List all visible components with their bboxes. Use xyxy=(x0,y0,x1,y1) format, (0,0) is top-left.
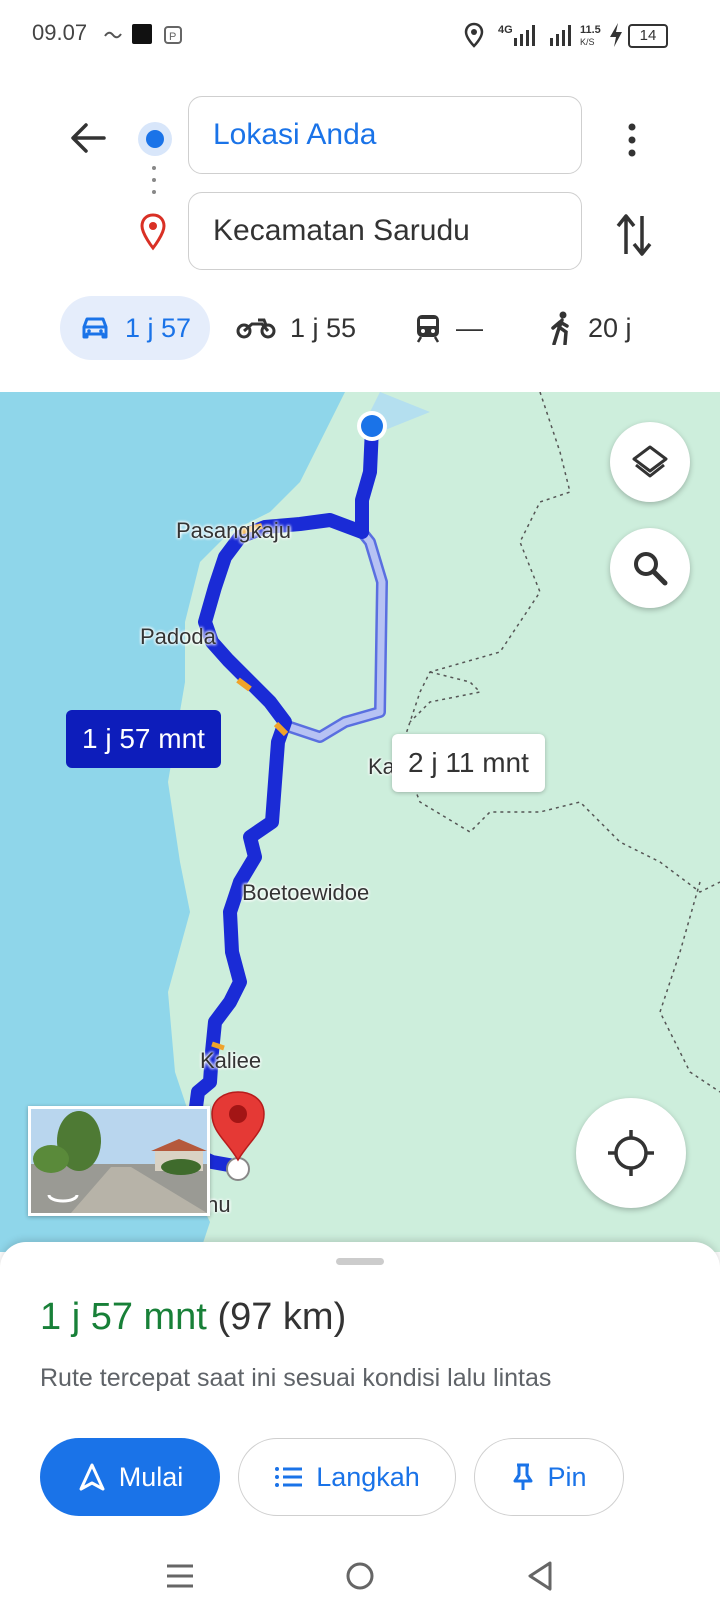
mode-motorcycle-label: 1 j 55 xyxy=(290,312,357,343)
data-speed: 11.5 xyxy=(580,24,601,36)
layers-icon xyxy=(632,445,668,478)
steps-button[interactable]: Langkah xyxy=(238,1438,456,1516)
mode-walk-label: 20 j xyxy=(588,312,632,343)
train-icon xyxy=(416,315,440,343)
signal-icon-2 xyxy=(550,25,571,46)
data-speed-unit: K/S xyxy=(580,37,595,47)
svg-text:P: P xyxy=(169,31,176,43)
destination-input[interactable]: Kecamatan Sarudu xyxy=(188,192,582,270)
route-distance: (97 km) xyxy=(217,1296,347,1338)
route-time-primary[interactable]: 1 j 57 mnt xyxy=(66,710,221,768)
start-button-label: Mulai xyxy=(118,1461,184,1492)
origin-input[interactable]: Lokasi Anda xyxy=(188,96,582,174)
parking-app-icon: P xyxy=(164,26,182,44)
app-icon xyxy=(132,24,152,44)
layers-button[interactable] xyxy=(610,422,690,502)
street-view-image xyxy=(31,1109,207,1213)
system-nav-bar xyxy=(0,1542,720,1612)
swap-icon[interactable] xyxy=(614,210,654,260)
list-icon xyxy=(275,1467,303,1487)
pin-button-label: Pin xyxy=(547,1461,587,1492)
mode-car-label: 1 j 57 xyxy=(124,312,192,343)
map-label-padoda: Padoda xyxy=(140,624,216,649)
steps-button-label: Langkah xyxy=(316,1461,420,1492)
sheet-drag-handle[interactable] xyxy=(336,1258,384,1265)
map-label-boetoewidoe: Boetoewidoe xyxy=(242,880,370,905)
map-label-kaliee: Kaliee xyxy=(200,1048,262,1073)
connector-dots xyxy=(152,166,156,194)
search-icon xyxy=(634,552,668,586)
navigation-arrow-icon xyxy=(79,1463,105,1491)
my-location-button[interactable] xyxy=(576,1098,686,1208)
back-nav-icon[interactable] xyxy=(526,1560,554,1592)
mode-transit-label: — xyxy=(456,312,483,343)
mode-car[interactable]: 1 j 57 xyxy=(60,296,210,360)
crosshair-icon xyxy=(608,1130,654,1176)
car-icon xyxy=(82,317,108,339)
notification-icon xyxy=(104,31,122,39)
charging-icon xyxy=(610,23,622,47)
motorcycle-icon xyxy=(236,318,276,339)
route-duration: 1 j 57 mnt xyxy=(40,1296,207,1338)
status-bar: 09.07 P 4G 11.5 K/S 14 xyxy=(0,0,720,72)
more-options-icon[interactable] xyxy=(620,120,644,160)
route-description: Rute tercepat saat ini sesuai kondisi la… xyxy=(40,1364,552,1392)
map-view[interactable]: Pasangkaju Padoda Ka Boetoewidoe Kaliee … xyxy=(0,392,720,1252)
mode-motorcycle[interactable]: 1 j 55 xyxy=(236,296,356,360)
signal-icon xyxy=(514,25,535,46)
back-arrow-icon[interactable] xyxy=(66,116,110,160)
route-summary-sheet: 1 j 57 mnt (97 km) Rute tercepat saat in… xyxy=(0,1242,720,1542)
destination-pin-icon xyxy=(140,213,166,251)
street-view-thumbnail[interactable] xyxy=(28,1106,210,1216)
battery-level: 14 xyxy=(639,27,657,44)
map-label-pasangkaju: Pasangkaju xyxy=(176,518,291,543)
recent-apps-icon[interactable] xyxy=(164,1562,196,1590)
search-button[interactable] xyxy=(610,528,690,608)
mode-walk[interactable]: 20 j xyxy=(548,296,632,360)
pin-button[interactable]: Pin xyxy=(474,1438,624,1516)
battery-icon: 14 xyxy=(628,24,668,48)
pushpin-icon xyxy=(513,1463,533,1490)
mode-transit[interactable]: — xyxy=(414,296,483,360)
directions-header: Lokasi Anda Kecamatan Sarudu 1 j 57 1 j … xyxy=(0,72,720,392)
location-icon xyxy=(464,22,484,48)
network-type: 4G xyxy=(498,24,513,36)
route-time-alternative[interactable]: 2 j 11 mnt xyxy=(392,734,545,792)
route-summary: 1 j 57 mnt (97 km) xyxy=(40,1296,346,1339)
walking-icon xyxy=(551,311,569,345)
start-button[interactable]: Mulai xyxy=(40,1438,220,1516)
map-label-kaleang: Ka xyxy=(368,754,395,779)
home-icon[interactable] xyxy=(344,1560,376,1592)
status-time: 09.07 xyxy=(32,20,88,45)
origin-dot-icon xyxy=(138,122,172,156)
